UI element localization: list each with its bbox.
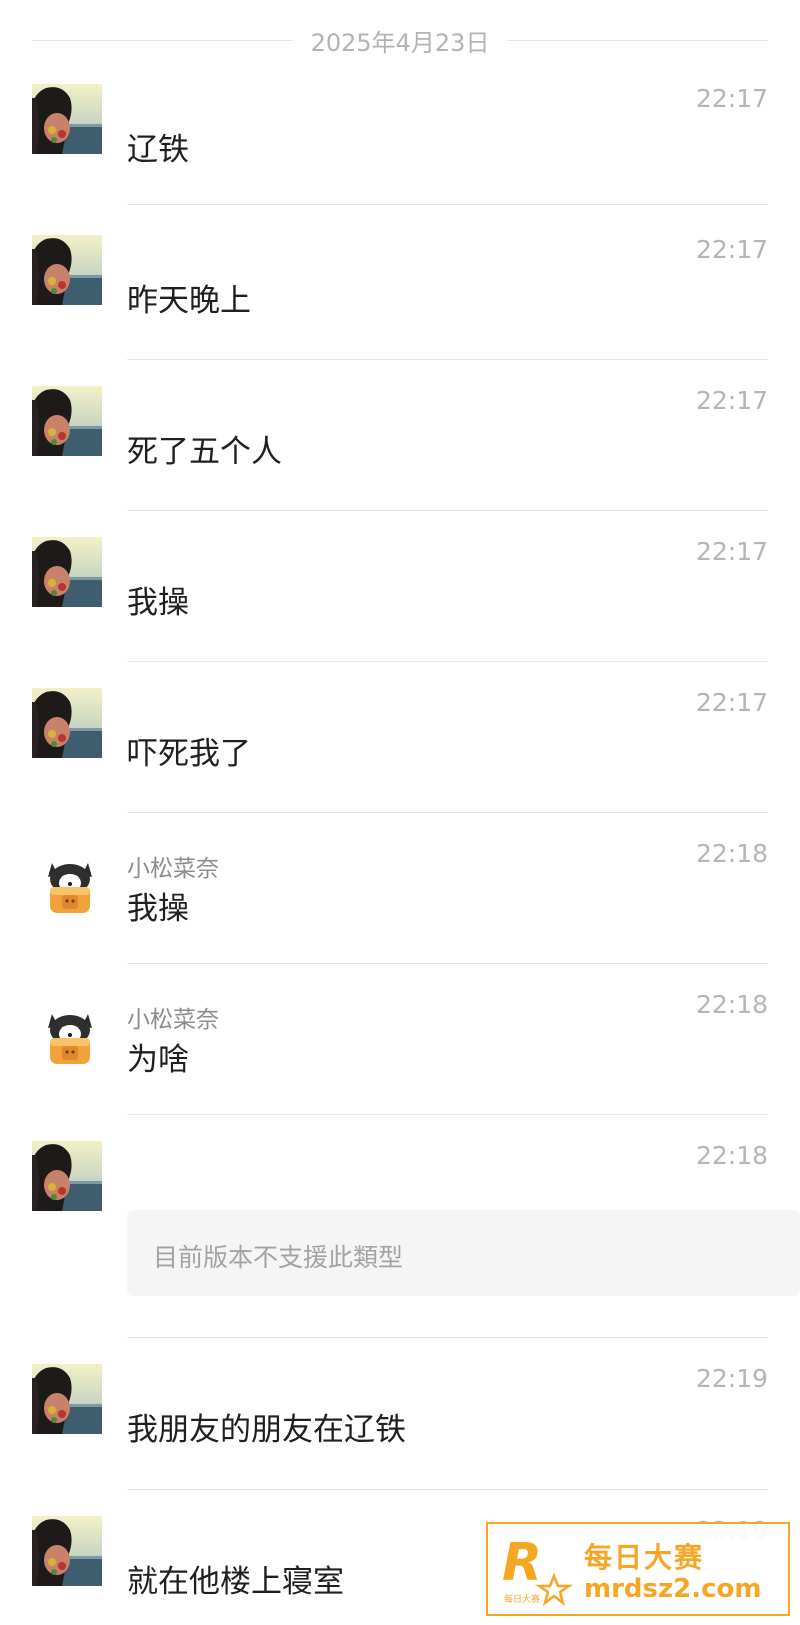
watermark: R 每日大赛 每日大赛 mrdsz2.com	[486, 1522, 790, 1616]
avatar[interactable]	[32, 537, 102, 607]
watermark-url: mrdsz2.com	[584, 1574, 762, 1604]
watermark-logo-small-text: 每日大赛	[504, 1593, 540, 1605]
message-text: 吓死我了	[127, 736, 251, 772]
message-item[interactable]: 小松菜奈 22:18 为啥	[0, 964, 800, 1115]
sender-name: 小松菜奈	[127, 856, 219, 882]
sender-name: 小松菜奈	[127, 1007, 219, 1033]
message-text: 昨天晚上	[127, 283, 251, 319]
message-text: 死了五个人	[127, 434, 282, 470]
avatar[interactable]	[32, 1364, 102, 1434]
message-time: 22:17	[695, 688, 768, 717]
watermark-name: 每日大赛	[584, 1541, 705, 1574]
message-text: 辽铁	[127, 132, 189, 168]
message-time: 22:18	[695, 839, 768, 868]
message-time: 22:17	[695, 84, 768, 113]
message-item[interactable]: 22:19 我朋友的朋友在辽铁	[0, 1338, 800, 1490]
message-time: 22:17	[695, 537, 768, 566]
message-text: 我操	[127, 585, 189, 621]
watermark-logo-letter: R	[502, 1533, 542, 1593]
message-item[interactable]: 小松菜奈 22:18 我操	[0, 813, 800, 964]
message-item[interactable]: 22:17 死了五个人	[0, 360, 800, 511]
avatar[interactable]	[32, 235, 102, 305]
message-item[interactable]: 22:17 我操	[0, 511, 800, 662]
message-text: 为啥	[127, 1042, 189, 1078]
divider-line-right	[507, 39, 769, 41]
avatar[interactable]	[32, 386, 102, 456]
message-item[interactable]: 22:17 昨天晚上	[0, 209, 800, 360]
message-time: 22:18	[695, 990, 768, 1019]
message-text: 就在他楼上寝室	[127, 1564, 344, 1600]
message-time: 22:17	[695, 235, 768, 264]
message-item[interactable]: 22:17 辽铁	[0, 58, 800, 205]
message-time: 22:18	[695, 1141, 768, 1170]
avatar[interactable]	[32, 688, 102, 758]
message-time: 22:19	[695, 1364, 768, 1393]
message-item[interactable]: 22:17 吓死我了	[0, 662, 800, 813]
message-item[interactable]: 22:18 目前版本不支援此類型	[0, 1115, 800, 1338]
unsupported-message-text: 目前版本不支援此類型	[153, 1243, 404, 1272]
avatar[interactable]	[38, 1004, 102, 1068]
watermark-logo-icon: R 每日大赛	[502, 1533, 574, 1607]
message-time: 22:17	[695, 386, 768, 415]
unsupported-message-box[interactable]: 目前版本不支援此類型	[127, 1210, 800, 1296]
divider-line-left	[32, 39, 293, 41]
avatar[interactable]	[32, 1516, 102, 1586]
avatar[interactable]	[32, 84, 102, 154]
message-text: 我操	[127, 891, 189, 927]
date-divider-text: 2025年4月23日	[310, 28, 490, 57]
message-separator	[127, 204, 768, 205]
date-divider: 2025年4月23日	[32, 22, 769, 58]
avatar[interactable]	[38, 853, 102, 917]
message-text: 我朋友的朋友在辽铁	[127, 1412, 406, 1448]
avatar[interactable]	[32, 1141, 102, 1211]
